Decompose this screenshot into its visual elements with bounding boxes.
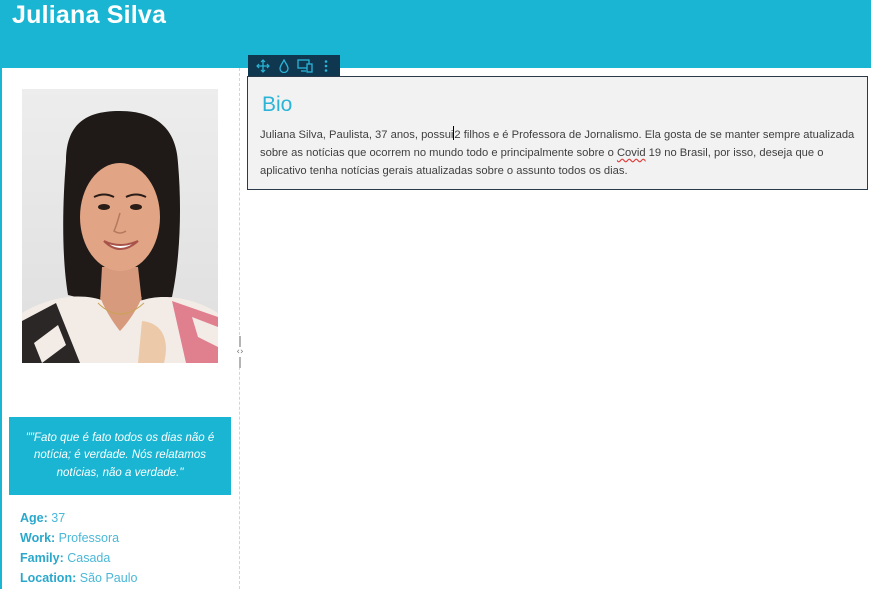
info-label: Work: — [20, 531, 56, 545]
header-bar: Juliana Silva — [0, 0, 871, 68]
info-value: 37 — [51, 511, 66, 525]
bio-text[interactable]: Juliana Silva, Paulista, 37 anos, possui… — [260, 126, 860, 180]
misspelled-word[interactable]: Covid — [617, 147, 646, 159]
persona-name[interactable]: Juliana Silva — [12, 1, 166, 30]
persona-quote[interactable]: ""Fato que é fato todos os dias não é no… — [9, 417, 231, 495]
info-label: Location: — [20, 571, 77, 585]
portrait-image — [22, 111, 218, 363]
column-resize-handle[interactable]: ‹› — [233, 336, 247, 368]
info-label: Age: — [20, 511, 48, 525]
persona-info-list: Age: 37 Work: Professora Family: Casada … — [20, 508, 137, 588]
left-accent-border — [0, 68, 2, 589]
move-icon[interactable] — [255, 58, 271, 74]
column-divider — [239, 68, 240, 589]
more-vertical-icon[interactable] — [318, 58, 334, 74]
info-value: Professora — [58, 531, 120, 545]
persona-photo[interactable] — [22, 89, 218, 363]
info-row-work: Work: Professora — [20, 528, 137, 548]
info-row-family: Family: Casada — [20, 548, 137, 568]
fill-drop-icon[interactable] — [276, 58, 292, 74]
responsive-icon[interactable] — [296, 58, 313, 74]
quote-text: ""Fato que é fato todos os dias não é no… — [25, 431, 215, 479]
resize-arrows-icon: ‹› — [236, 347, 244, 357]
info-label: Family: — [20, 551, 64, 565]
info-row-age: Age: 37 — [20, 508, 137, 528]
info-row-location: Location: São Paulo — [20, 568, 137, 588]
bio-text-part: Juliana Silva, Paulista, 37 anos, possui — [260, 129, 454, 141]
bio-section[interactable]: Bio Juliana Silva, Paulista, 37 anos, po… — [247, 76, 868, 190]
element-toolbar — [248, 55, 340, 76]
info-value: Casada — [67, 551, 111, 565]
info-value: São Paulo — [79, 571, 138, 585]
bio-title: Bio — [262, 93, 293, 116]
